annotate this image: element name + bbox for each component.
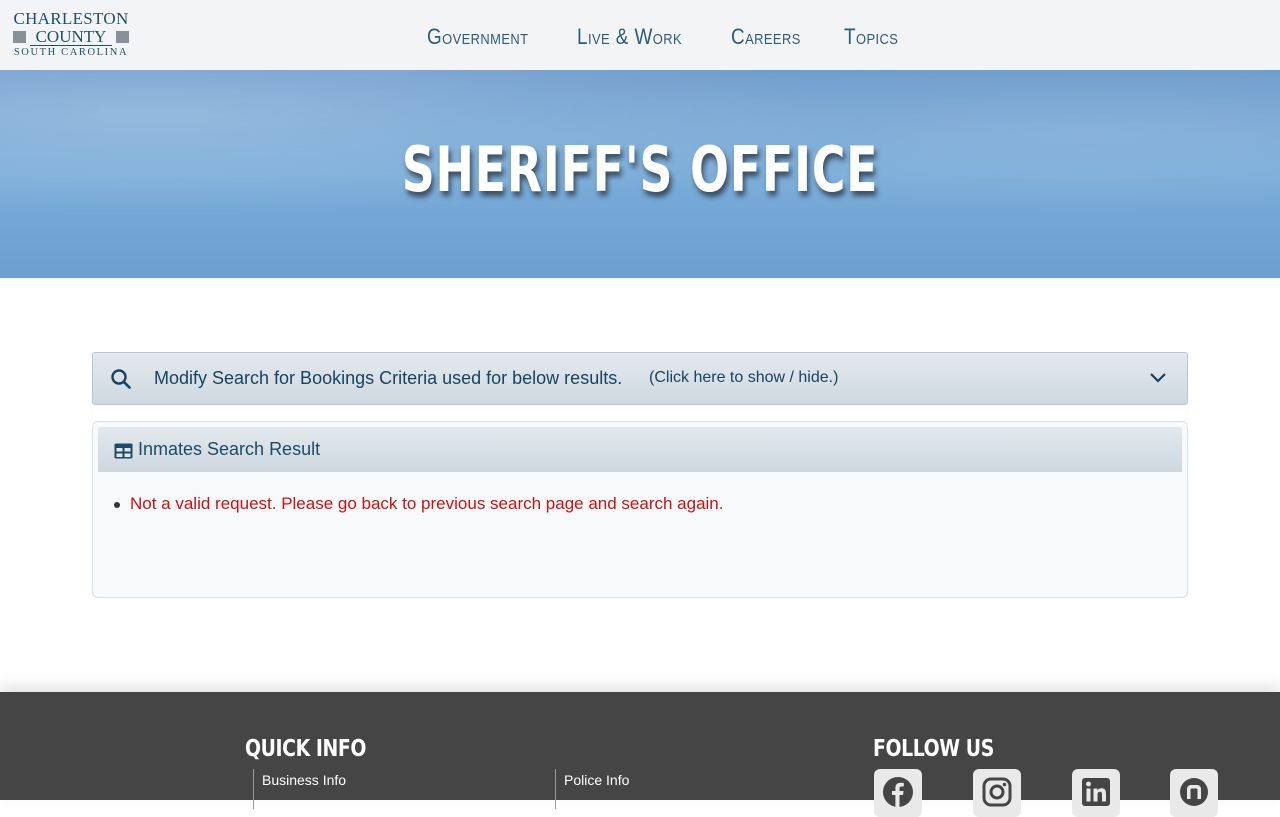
logo-rule (30, 45, 112, 46)
site-footer: QUICK INFO FOLLOW US Business Info Polic… (0, 692, 1280, 817)
list-bullet (114, 502, 120, 508)
search-result-card: Inmates Search Result Not a valid reques… (92, 421, 1188, 598)
nav-topics[interactable]: Topics (844, 22, 898, 52)
charleston-county-logo[interactable]: CHARLESTON COUNTY SOUTH CAROLINA (12, 10, 130, 58)
logo-line-1: CHARLESTON (13, 9, 129, 28)
instagram-icon (982, 777, 1012, 807)
chevron-down-icon[interactable] (1149, 370, 1167, 384)
result-card-title: Inmates Search Result (138, 439, 321, 459)
result-card-header: Inmates Search Result (98, 427, 1182, 472)
follow-us-heading: FOLLOW US (873, 734, 1020, 764)
quick-info-heading: QUICK INFO (245, 734, 393, 764)
footer-column-2: Police Info (555, 769, 629, 809)
quick-info-heading-text: QUICK INFO (245, 736, 367, 762)
logo-line-3: SOUTH CAROLINA (13, 47, 129, 58)
logo-square-right (116, 31, 129, 43)
facebook-button[interactable] (874, 769, 922, 817)
site-header: CHARLESTON COUNTY SOUTH CAROLINA Governm… (0, 0, 1280, 70)
footer-link-business-info[interactable]: Business Info (262, 769, 346, 791)
nextdoor-button[interactable] (1170, 769, 1218, 817)
logo-line-2: COUNTY (35, 27, 107, 46)
error-list: Not a valid request. Please go back to p… (109, 494, 723, 514)
logo-line-2-row: COUNTY (12, 28, 130, 46)
nav-government[interactable]: Government (427, 22, 528, 52)
footer-link-police-info[interactable]: Police Info (564, 769, 629, 791)
error-message: Not a valid request. Please go back to p… (109, 494, 723, 514)
page-title: SHERIFF'S OFFICE (0, 130, 1280, 210)
facebook-icon (883, 777, 913, 807)
modify-search-toggle[interactable]: Modify Search for Bookings Criteria used… (92, 352, 1188, 405)
linkedin-button[interactable] (1072, 769, 1120, 817)
instagram-button[interactable] (973, 769, 1021, 817)
table-icon (114, 443, 133, 459)
main-nav: Government Live & Work Careers Topics (427, 22, 939, 52)
linkedin-icon (1082, 778, 1110, 806)
follow-us-heading-text: FOLLOW US (873, 736, 994, 762)
nav-careers[interactable]: Careers (731, 22, 801, 52)
nextdoor-icon (1180, 778, 1208, 806)
footer-column-1: Business Info (253, 769, 346, 809)
search-panel-hint: (Click here to show / hide.) (649, 369, 839, 386)
search-icon (111, 369, 131, 389)
page-title-text: SHERIFF'S OFFICE (401, 133, 879, 206)
nav-live-work[interactable]: Live & Work (577, 22, 682, 52)
error-message-text: Not a valid request. Please go back to p… (130, 494, 724, 513)
search-panel-title: Modify Search for Bookings Criteria used… (154, 368, 623, 388)
hero-banner: SHERIFF'S OFFICE (0, 70, 1280, 278)
